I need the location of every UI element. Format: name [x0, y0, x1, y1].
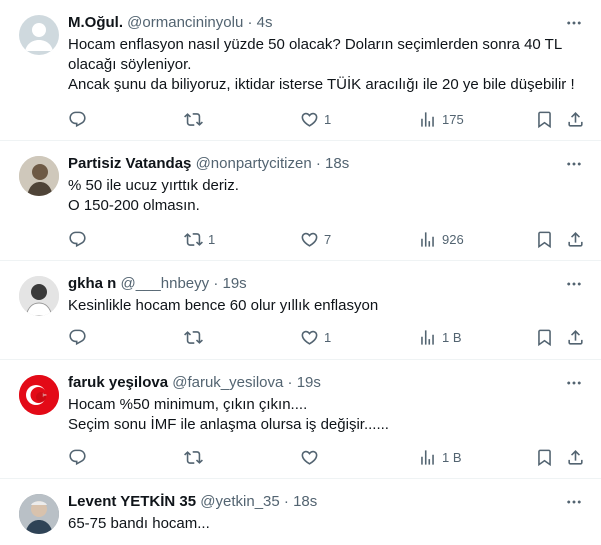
- heart-icon: [300, 110, 319, 129]
- views-icon: [418, 448, 437, 467]
- bookmark-button[interactable]: [535, 447, 554, 467]
- share-button[interactable]: [566, 109, 585, 129]
- tweet[interactable]: faruk yeşilova @faruk_yesilova · 19s Hoc…: [0, 360, 601, 479]
- avatar[interactable]: [19, 156, 59, 196]
- views-icon: [418, 230, 437, 249]
- share-button[interactable]: [566, 447, 585, 467]
- retweet-icon: [184, 448, 203, 467]
- share-icon: [566, 328, 585, 347]
- views-button[interactable]: 1 B: [418, 327, 462, 347]
- timestamp[interactable]: 18s: [325, 155, 349, 172]
- bookmark-icon: [535, 328, 554, 347]
- author-handle[interactable]: @___hnbeyy: [121, 275, 210, 292]
- reply-icon: [68, 328, 87, 347]
- retweet-button[interactable]: [184, 447, 208, 467]
- retweet-button[interactable]: [184, 109, 208, 129]
- separator: ·: [287, 374, 293, 391]
- retweet-icon: [184, 110, 203, 129]
- tweet[interactable]: Partisiz Vatandaş @nonpartycitizen · 18s…: [0, 141, 601, 261]
- tweet[interactable]: gkha n @___hnbeyy · 19s Kesinlikle hocam…: [0, 261, 601, 360]
- avatar[interactable]: [19, 276, 59, 316]
- more-icon[interactable]: [565, 155, 583, 173]
- share-button[interactable]: [566, 229, 585, 249]
- bookmark-icon: [535, 230, 554, 249]
- author-name[interactable]: gkha n: [68, 275, 116, 292]
- timestamp[interactable]: 19s: [297, 374, 321, 391]
- views-icon: [418, 110, 437, 129]
- author-name[interactable]: M.Oğul.: [68, 14, 123, 31]
- separator: ·: [315, 155, 321, 172]
- reply-button[interactable]: [68, 327, 92, 347]
- tweet-text: 65-75 bandı hocam...: [68, 515, 210, 532]
- timestamp[interactable]: 18s: [293, 493, 317, 510]
- retweet-icon: [184, 328, 203, 347]
- flag-avatar[interactable]: [19, 375, 59, 415]
- bookmark-icon: [535, 448, 554, 467]
- heart-icon: [300, 328, 319, 347]
- author-name[interactable]: faruk yeşilova: [68, 374, 168, 391]
- heart-icon: [300, 448, 319, 467]
- bookmark-icon: [535, 110, 554, 129]
- timestamp[interactable]: 4s: [257, 14, 273, 31]
- retweet-button[interactable]: 1: [184, 229, 215, 249]
- share-icon: [566, 448, 585, 467]
- avatar[interactable]: [19, 494, 59, 534]
- retweet-button[interactable]: [184, 327, 208, 347]
- reply-icon: [68, 230, 87, 249]
- tweet-text: Kesinlikle hocam bence 60 olur yıllık en…: [68, 297, 379, 314]
- more-icon[interactable]: [565, 493, 583, 511]
- separator: ·: [283, 493, 289, 510]
- reply-icon: [68, 448, 87, 467]
- author-handle[interactable]: @faruk_yesilova: [172, 374, 283, 391]
- share-button[interactable]: [566, 327, 585, 347]
- bookmark-button[interactable]: [535, 327, 554, 347]
- like-button[interactable]: 1: [300, 327, 331, 347]
- reply-icon: [68, 110, 87, 129]
- retweet-count: 1: [208, 231, 216, 247]
- share-icon: [566, 230, 585, 249]
- reply-button[interactable]: [68, 447, 92, 467]
- author-handle[interactable]: @nonpartycitizen: [196, 155, 312, 172]
- author-name[interactable]: Partisiz Vatandaş: [68, 155, 191, 172]
- retweet-icon: [184, 230, 203, 249]
- author-handle[interactable]: @yetkin_35: [200, 493, 279, 510]
- tweet-text: % 50 ile ucuz yırttık deriz. O 150-200 o…: [68, 177, 239, 214]
- share-icon: [566, 110, 585, 129]
- tweet-text: Hocam enflasyon nasıl yüzde 50 olacak? D…: [68, 36, 575, 93]
- author-name[interactable]: Levent YETKİN 35: [68, 493, 196, 510]
- views-count: 1 B: [442, 449, 462, 465]
- like-button[interactable]: 7: [300, 229, 331, 249]
- bookmark-button[interactable]: [535, 229, 554, 249]
- more-icon[interactable]: [565, 374, 583, 392]
- more-icon[interactable]: [565, 275, 583, 293]
- views-button[interactable]: 926: [418, 229, 464, 249]
- more-icon[interactable]: [565, 14, 583, 32]
- default-avatar-icon[interactable]: [19, 15, 59, 55]
- views-count: 175: [442, 111, 464, 127]
- bookmark-button[interactable]: [535, 109, 554, 129]
- reply-button[interactable]: [68, 109, 92, 129]
- like-count: 1: [324, 111, 332, 127]
- like-count: 1: [324, 329, 332, 345]
- timestamp[interactable]: 19s: [222, 275, 246, 292]
- like-button[interactable]: 1: [300, 109, 331, 129]
- views-button[interactable]: 175: [418, 109, 464, 129]
- separator: ·: [247, 14, 253, 31]
- reply-button[interactable]: [68, 229, 92, 249]
- views-icon: [418, 328, 437, 347]
- views-button[interactable]: 1 B: [418, 447, 462, 467]
- like-count: 7: [324, 231, 332, 247]
- like-button[interactable]: [300, 447, 324, 467]
- author-handle[interactable]: @ormancininyolu: [127, 14, 243, 31]
- heart-icon: [300, 230, 319, 249]
- views-count: 926: [442, 231, 464, 247]
- tweet[interactable]: M.Oğul. @ormancininyolu · 4s Hocam enfla…: [0, 0, 601, 141]
- views-count: 1 B: [442, 329, 462, 345]
- separator: ·: [213, 275, 219, 292]
- tweet[interactable]: Levent YETKİN 35 @yetkin_35 · 18s 65-75 …: [0, 479, 601, 545]
- tweet-text: Hocam %50 minimum, çıkın çıkın.... Seçim…: [68, 396, 389, 433]
